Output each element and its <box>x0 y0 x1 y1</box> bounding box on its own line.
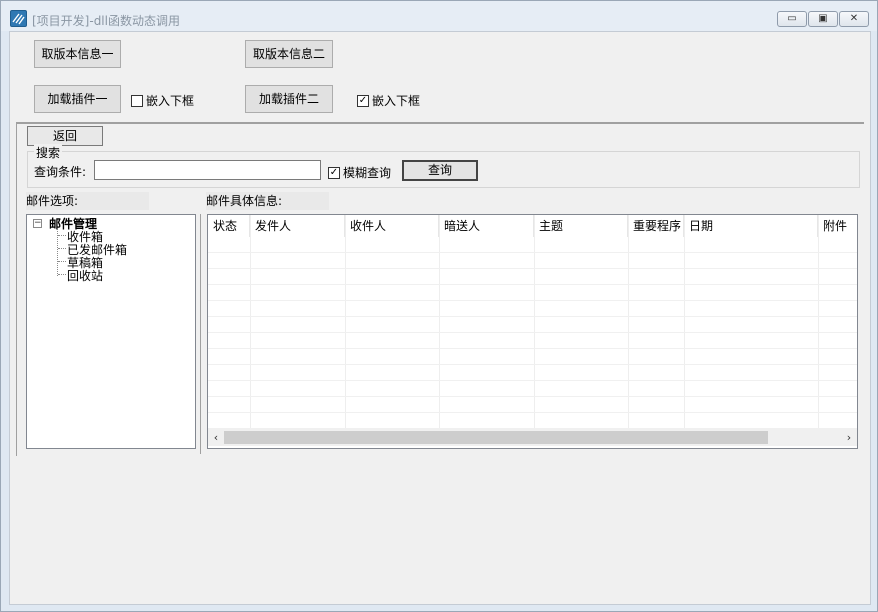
tree-connector <box>58 274 66 275</box>
client-area: 取版本信息一 取版本信息二 加载插件一 嵌入下框 加载插件二 ✓ 嵌入下框 返回… <box>9 31 871 605</box>
window-title: [项目开发]-dll函数动态调用 <box>32 14 180 28</box>
tree-item-recycle-bin[interactable]: 回收站 <box>67 267 103 284</box>
embed-frame-1-checkbox[interactable]: 嵌入下框 <box>131 92 194 109</box>
horizontal-scrollbar[interactable]: ‹ › <box>208 429 857 446</box>
collapse-icon[interactable]: − <box>33 219 42 228</box>
load-plugin-1-button[interactable]: 加载插件一 <box>34 85 121 113</box>
column-header-attachment[interactable]: 附件 <box>818 215 857 237</box>
column-header-status[interactable]: 状态 <box>208 215 250 237</box>
table-row[interactable] <box>208 237 857 253</box>
get-version-1-button[interactable]: 取版本信息一 <box>34 40 121 68</box>
tree-connector <box>58 235 66 236</box>
mail-detail-label: 邮件具体信息: <box>206 192 329 210</box>
table-row[interactable] <box>208 269 857 285</box>
query-condition-label: 查询条件: <box>34 165 87 179</box>
embed-frame-2-label: 嵌入下框 <box>372 94 421 108</box>
table-row[interactable] <box>208 397 857 413</box>
minimize-button[interactable]: ▭ <box>777 11 807 27</box>
mail-options-tree[interactable]: − 邮件管理 收件箱 已发邮件箱 草稿箱 回收站 <box>26 214 196 449</box>
table-row[interactable] <box>208 301 857 317</box>
embed-frame-1-label: 嵌入下框 <box>146 94 195 108</box>
fuzzy-query-checkbox[interactable]: ✓ 模糊查询 <box>328 164 391 181</box>
scroll-right-icon[interactable]: › <box>842 430 856 445</box>
table-row[interactable] <box>208 349 857 365</box>
restore-icon: ▣ <box>818 13 828 24</box>
title-bar[interactable]: [项目开发]-dll函数动态调用 ▭ ▣ ✕ <box>1 1 877 31</box>
table-row[interactable] <box>208 317 857 333</box>
tree-connector <box>58 248 66 249</box>
main-window: [项目开发]-dll函数动态调用 ▭ ▣ ✕ 取版本信息一 取版本信息二 加载插… <box>0 0 878 612</box>
app-logo-icon <box>10 10 27 27</box>
scrollbar-thumb[interactable] <box>224 431 768 444</box>
query-button[interactable]: 查询 <box>402 160 478 181</box>
mail-options-label: 邮件选项: <box>26 192 149 210</box>
grid-header: 状态 发件人 收件人 暗送人 主题 重要程序 日期 附件 <box>208 215 857 237</box>
embed-frame-2-checkbox[interactable]: ✓ 嵌入下框 <box>357 92 420 109</box>
checkbox-box <box>131 94 143 107</box>
column-header-importance[interactable]: 重要程序 <box>628 215 684 237</box>
table-row[interactable] <box>208 365 857 381</box>
column-header-bcc[interactable]: 暗送人 <box>439 215 534 237</box>
table-row[interactable] <box>208 413 857 429</box>
column-header-recipient[interactable]: 收件人 <box>345 215 439 237</box>
back-button[interactable]: 返回 <box>27 126 103 146</box>
get-version-2-button[interactable]: 取版本信息二 <box>245 40 333 68</box>
minimize-icon: ▭ <box>787 13 797 24</box>
column-header-sender[interactable]: 发件人 <box>250 215 345 237</box>
close-button[interactable]: ✕ <box>839 11 869 27</box>
tree-connector <box>57 229 58 276</box>
query-condition-input[interactable] <box>94 160 321 180</box>
checkmark-icon: ✓ <box>357 94 369 107</box>
mail-detail-grid[interactable]: 状态 发件人 收件人 暗送人 主题 重要程序 日期 附件 ‹ › <box>207 214 858 449</box>
restore-button[interactable]: ▣ <box>808 11 838 27</box>
table-row[interactable] <box>208 253 857 269</box>
column-header-subject[interactable]: 主题 <box>534 215 628 237</box>
scroll-left-icon[interactable]: ‹ <box>209 430 223 445</box>
table-row[interactable] <box>208 381 857 397</box>
load-plugin-2-button[interactable]: 加载插件二 <box>245 85 333 113</box>
panel-splitter[interactable] <box>200 214 202 454</box>
table-row[interactable] <box>208 285 857 301</box>
close-icon: ✕ <box>849 13 859 24</box>
table-row[interactable] <box>208 333 857 349</box>
column-header-date[interactable]: 日期 <box>684 215 818 237</box>
fuzzy-query-label: 模糊查询 <box>343 166 392 180</box>
tree-connector <box>58 261 66 262</box>
checkmark-icon: ✓ <box>328 166 340 179</box>
search-group-title: 搜索 <box>34 144 63 161</box>
